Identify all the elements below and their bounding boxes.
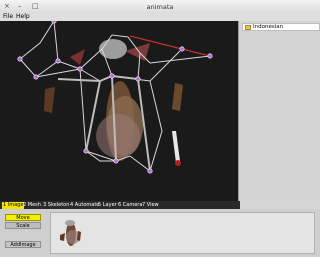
- tab-mesh[interactable]: 2 Mesh: [23, 202, 41, 209]
- tab-skeleton[interactable]: 3 Skeleton: [43, 202, 69, 209]
- tab-view[interactable]: 7 View: [142, 202, 159, 209]
- image-thumbnail-strip: [50, 212, 315, 254]
- tab-camera[interactable]: 6 Camera: [118, 202, 142, 209]
- tab-automate[interactable]: 4 Automate: [70, 202, 99, 209]
- layer-tree-panel: Indonesian: [238, 21, 320, 201]
- menu-file[interactable]: File: [3, 13, 13, 21]
- tab-layer[interactable]: 5 Layer: [98, 202, 117, 209]
- title-bar: × – □ animata: [0, 0, 320, 14]
- move-button[interactable]: Move: [5, 214, 41, 221]
- image-tool-panel: Move Scale AddImage: [0, 209, 320, 257]
- menu-help[interactable]: Help: [16, 13, 30, 21]
- layer-tree-item-label: Indonesian: [253, 24, 284, 30]
- scene-canvas[interactable]: [0, 21, 238, 201]
- window-title: animata: [146, 3, 174, 11]
- scale-button[interactable]: Scale: [5, 222, 41, 229]
- add-image-button[interactable]: AddImage: [5, 241, 41, 248]
- image-tools: Move Scale AddImage: [2, 211, 46, 255]
- mode-tabs: 1 Image 2 Mesh 3 Skeleton 4 Automate 5 L…: [0, 201, 240, 209]
- menu-bar: File Help: [0, 13, 320, 21]
- folder-icon: [245, 25, 251, 30]
- puppet-scene[interactable]: [0, 21, 238, 201]
- puppet-thumbnail[interactable]: [57, 217, 85, 251]
- tab-image[interactable]: 1 Image: [2, 202, 25, 209]
- layer-tree-item-indonesian[interactable]: Indonesian: [242, 23, 320, 31]
